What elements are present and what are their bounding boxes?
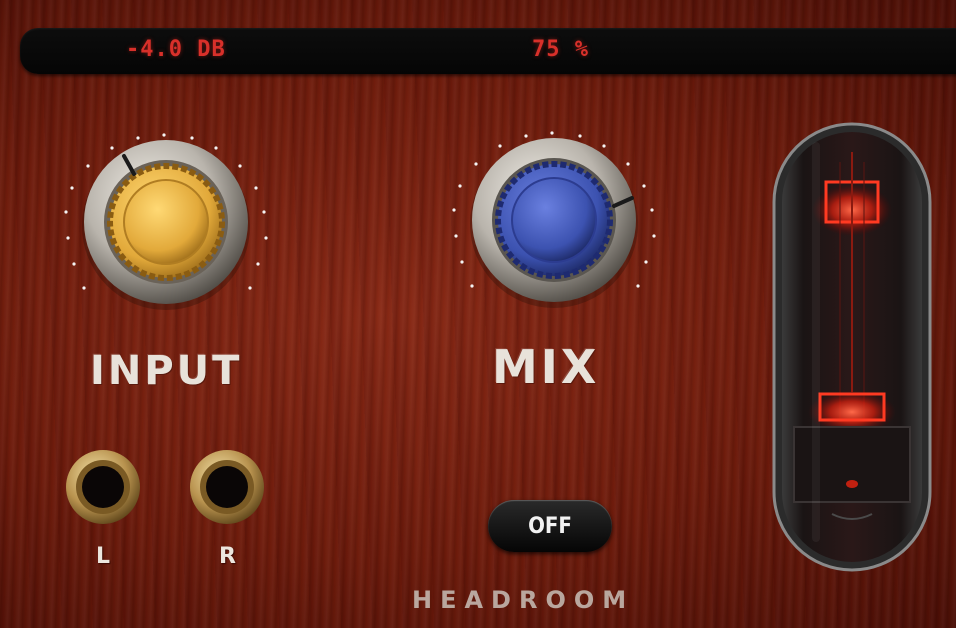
input-jack-right[interactable]: [188, 448, 266, 530]
headroom-toggle-label: OFF: [528, 513, 572, 539]
mix-knob-graphic[interactable]: [442, 128, 666, 308]
input-knob[interactable]: [54, 130, 278, 310]
input-value-readout: -4.0 DB: [126, 37, 226, 62]
jack-left-label: L: [96, 544, 111, 569]
vacuum-tube-visual: [772, 122, 932, 576]
value-display: -4.0 DB 75 %: [20, 28, 956, 74]
mix-knob[interactable]: [442, 128, 666, 308]
mix-label: MIX: [492, 340, 600, 394]
mix-value-readout: 75 %: [532, 37, 589, 62]
headroom-toggle[interactable]: OFF: [488, 500, 612, 552]
jack-right-label: R: [219, 544, 236, 569]
input-label: INPUT: [90, 348, 243, 394]
headroom-label: HEADROOM: [412, 586, 635, 614]
input-knob-graphic[interactable]: [54, 130, 278, 310]
input-jack-left[interactable]: [64, 448, 142, 530]
